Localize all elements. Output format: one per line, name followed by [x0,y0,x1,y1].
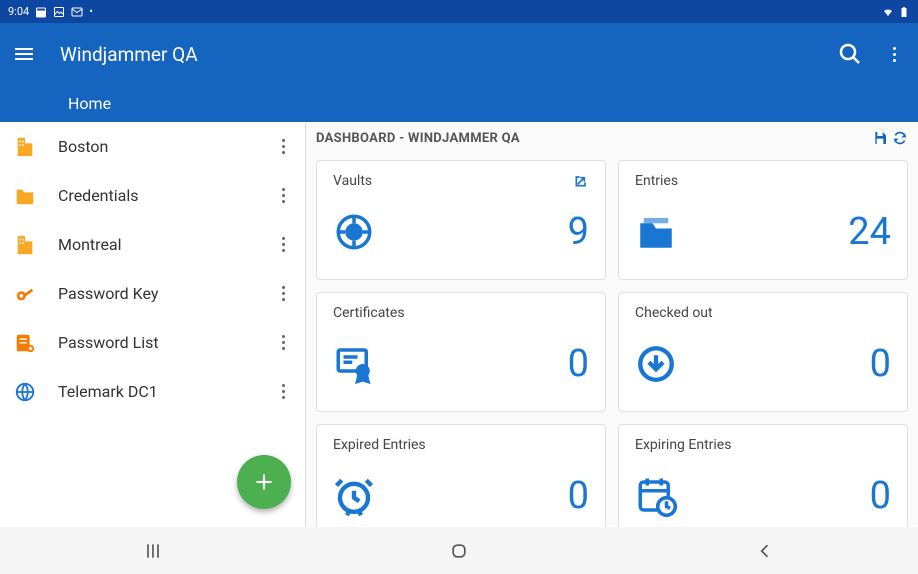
calendar-icon [35,6,47,18]
globe-icon [14,381,36,403]
list-icon [14,332,36,354]
card-label: Expiring Entries [635,437,731,453]
content-area: Boston Credentials Montreal Password Key… [0,122,918,527]
card-certificates[interactable]: Certificates 0 [316,292,606,412]
search-icon[interactable] [838,42,862,66]
dashboard-title: DASHBOARD - WINDJAMMER QA [316,131,520,146]
refresh-icon[interactable] [892,130,908,146]
item-more-icon[interactable] [273,333,293,353]
nav-back-button[interactable] [745,531,785,571]
alarm-icon [333,475,375,517]
card-label: Certificates [333,305,405,321]
sidebar-item-password-list[interactable]: Password List [0,318,305,367]
entries-icon [635,211,677,253]
nav-recent-button[interactable] [133,531,173,571]
card-value: 24 [848,210,891,254]
card-expired-entries[interactable]: Expired Entries 0 [316,424,606,527]
item-more-icon[interactable] [273,382,293,402]
plus-icon [251,469,277,495]
vault-icon [333,211,375,253]
card-label: Vaults [333,173,372,189]
sidebar-item-label: Montreal [58,235,273,254]
checkout-icon [635,343,677,385]
sidebar-item-label: Telemark DC1 [58,382,273,401]
card-value: 0 [568,474,589,518]
status-bar: 9:04 • [0,0,918,23]
status-time: 9:04 [8,5,29,18]
sidebar: Boston Credentials Montreal Password Key… [0,122,306,527]
card-entries[interactable]: Entries 24 [618,160,908,280]
dashboard-header: DASHBOARD - WINDJAMMER QA [306,122,918,154]
sidebar-item-montreal[interactable]: Montreal [0,220,305,269]
card-vaults[interactable]: Vaults 9 [316,160,606,280]
sidebar-item-boston[interactable]: Boston [0,122,305,171]
sidebar-item-label: Password Key [58,284,273,303]
main-area: DASHBOARD - WINDJAMMER QA Vaults 9 En [306,122,918,527]
sidebar-item-password-key[interactable]: Password Key [0,269,305,318]
card-value: 0 [870,342,891,386]
item-more-icon[interactable] [273,186,293,206]
battery-icon [898,6,910,18]
folder-icon [14,185,36,207]
tab-home[interactable]: Home [68,94,111,113]
item-more-icon[interactable] [273,235,293,255]
sidebar-item-credentials[interactable]: Credentials [0,171,305,220]
more-icon[interactable] [882,42,906,66]
image-icon [53,6,65,18]
card-label: Entries [635,173,678,189]
save-icon[interactable] [872,130,888,146]
sidebar-item-telemark[interactable]: Telemark DC1 [0,367,305,416]
fab-add-button[interactable] [237,455,291,509]
key-icon [14,283,36,305]
card-label: Expired Entries [333,437,426,453]
open-external-icon[interactable] [573,173,589,189]
tab-bar: Home [0,85,918,122]
card-label: Checked out [635,305,713,321]
android-nav-bar [0,527,918,574]
calendar-clock-icon [635,475,677,517]
card-value: 0 [568,342,589,386]
building-icon [14,234,36,256]
sidebar-item-label: Boston [58,137,273,156]
sidebar-item-label: Credentials [58,186,273,205]
menu-icon[interactable] [12,42,36,66]
nav-home-button[interactable] [439,531,479,571]
sidebar-item-label: Password List [58,333,273,352]
building-icon [14,136,36,158]
item-more-icon[interactable] [273,137,293,157]
wifi-icon [882,6,894,18]
card-checked-out[interactable]: Checked out 0 [618,292,908,412]
card-value: 9 [568,210,589,254]
certificate-icon [333,343,375,385]
app-bar: Windjammer QA [0,23,918,85]
card-expiring-entries[interactable]: Expiring Entries 0 [618,424,908,527]
card-value: 0 [870,474,891,518]
gmail-icon [71,6,83,18]
cards-grid: Vaults 9 Entries 24 Certificates [306,154,918,527]
status-dot: • [89,5,93,18]
app-title: Windjammer QA [60,43,198,66]
item-more-icon[interactable] [273,284,293,304]
